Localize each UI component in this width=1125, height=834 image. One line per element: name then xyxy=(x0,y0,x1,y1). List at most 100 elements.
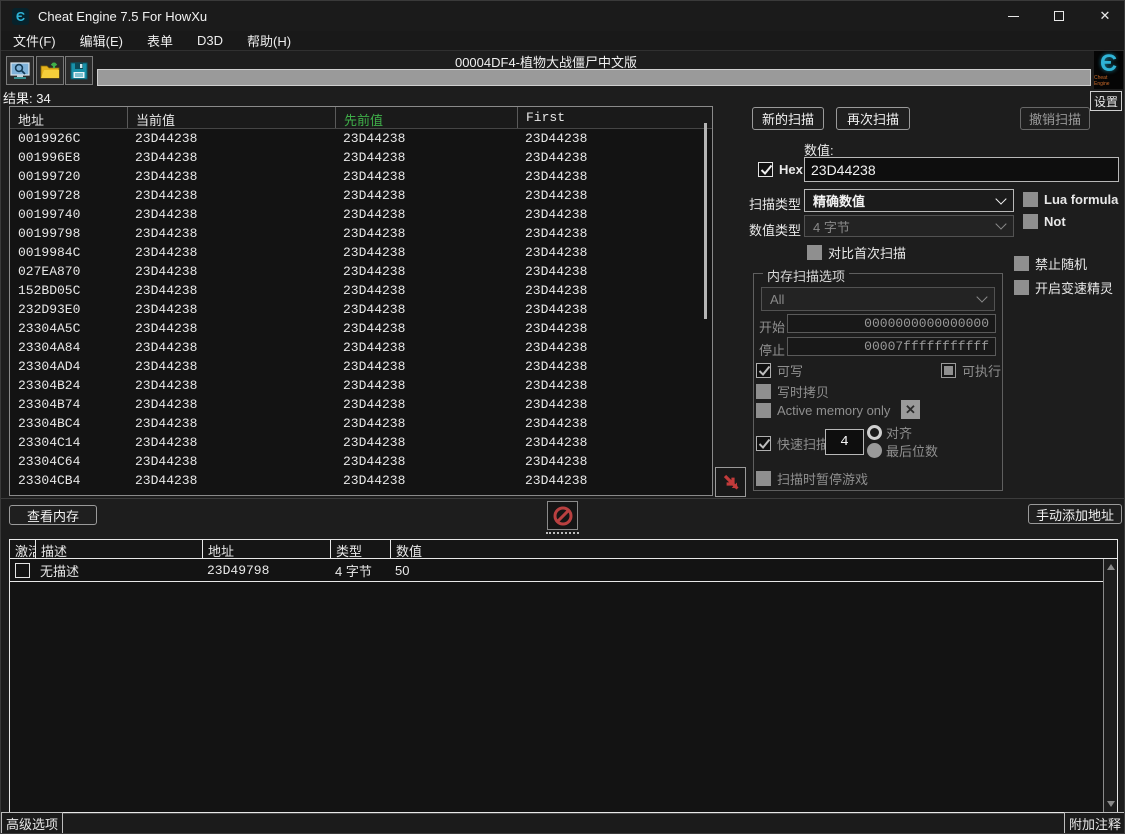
attach-comment-button[interactable]: 附加注释 xyxy=(1064,812,1125,834)
fast-scan-group[interactable]: 快速扫描 xyxy=(756,434,829,453)
add-address-manually-button[interactable]: 手动添加地址 xyxy=(1028,504,1122,524)
minimize-button[interactable] xyxy=(998,1,1028,31)
disable-random-checkbox[interactable] xyxy=(1014,256,1029,271)
result-row[interactable]: 0019984C 23D44238 23D44238 23D44238 xyxy=(10,243,712,262)
menu-table[interactable]: 表单 xyxy=(135,31,185,51)
next-scan-button[interactable]: 再次扫描 xyxy=(836,107,910,130)
stop-address-input[interactable]: 00007fffffffffff xyxy=(787,337,996,356)
active-memory-only-checkbox[interactable] xyxy=(756,403,771,418)
col-ct-address[interactable]: 地址 xyxy=(202,540,330,558)
undo-scan-button[interactable]: 撤销扫描 xyxy=(1020,107,1090,130)
speedhack-group[interactable]: 开启变速精灵 xyxy=(1014,278,1113,297)
col-description[interactable]: 描述 xyxy=(35,540,202,558)
clear-active-memory-button[interactable]: ✕ xyxy=(901,400,920,419)
col-first[interactable]: First xyxy=(517,107,712,128)
result-row[interactable]: 23304A5C 23D44238 23D44238 23D44238 xyxy=(10,319,712,338)
memory-view-button[interactable]: 查看内存 xyxy=(9,505,97,525)
hex-checkbox[interactable] xyxy=(758,162,773,177)
hex-checkbox-group[interactable]: Hex xyxy=(758,162,803,177)
result-row[interactable]: 232D93E0 23D44238 23D44238 23D44238 xyxy=(10,300,712,319)
disable-random-group[interactable]: 禁止随机 xyxy=(1014,254,1087,273)
disable-random-label: 禁止随机 xyxy=(1035,254,1087,273)
result-row[interactable]: 00199720 23D44238 23D44238 23D44238 xyxy=(10,167,712,186)
cell-address: 23304BC4 xyxy=(10,416,127,431)
result-row[interactable]: 23304A84 23D44238 23D44238 23D44238 xyxy=(10,338,712,357)
value-type-dropdown[interactable]: 4 字节 xyxy=(804,215,1014,237)
result-row[interactable]: 00199740 23D44238 23D44238 23D44238 xyxy=(10,205,712,224)
last-digits-radio[interactable] xyxy=(867,443,882,458)
executable-checkbox[interactable] xyxy=(941,363,956,378)
col-address[interactable]: 地址 xyxy=(10,107,127,128)
pause-while-scanning-group[interactable]: 扫描时暂停游戏 xyxy=(756,469,868,488)
menu-file[interactable]: 文件(F) xyxy=(1,31,68,51)
fast-scan-alignment-input[interactable]: 4 xyxy=(825,429,864,455)
result-row[interactable]: 23304AD4 23D44238 23D44238 23D44238 xyxy=(10,357,712,376)
scroll-up-icon[interactable] xyxy=(1107,564,1115,570)
scan-value-input[interactable]: 23D44238 xyxy=(804,157,1119,182)
lua-formula-checkbox[interactable] xyxy=(1023,192,1038,207)
result-row[interactable]: 001996E8 23D44238 23D44238 23D44238 xyxy=(10,148,712,167)
start-address-input[interactable]: 0000000000000000 xyxy=(787,314,996,333)
maximize-button[interactable] xyxy=(1044,1,1074,31)
compare-first-scan-checkbox[interactable] xyxy=(807,245,822,260)
result-row[interactable]: 23304CB4 23D44238 23D44238 23D44238 xyxy=(10,471,712,490)
active-memory-only-group[interactable]: Active memory only xyxy=(756,403,890,418)
align-radio[interactable] xyxy=(867,425,882,440)
cheat-row[interactable]: 无描述 23D49798 4 字节 50 xyxy=(10,559,1117,582)
col-ct-value[interactable]: 数值 xyxy=(390,540,1117,558)
cell-previous-value: 23D44238 xyxy=(335,454,517,469)
result-row[interactable]: 23304B24 23D44238 23D44238 23D44238 xyxy=(10,376,712,395)
results-scrollbar[interactable] xyxy=(704,123,707,319)
align-radio-group[interactable]: 对齐 xyxy=(867,423,912,442)
settings-button[interactable]: 设置 xyxy=(1090,91,1122,111)
executable-group[interactable]: 可执行 xyxy=(941,361,1001,380)
result-row[interactable]: 23304B74 23D44238 23D44238 23D44238 xyxy=(10,395,712,414)
menu-d3d[interactable]: D3D xyxy=(185,31,235,51)
close-button[interactable]: ✕ xyxy=(1090,1,1120,31)
writable-checkbox[interactable] xyxy=(756,363,771,378)
lua-formula-group[interactable]: Lua formula xyxy=(1023,192,1118,207)
scroll-down-icon[interactable] xyxy=(1107,801,1115,807)
active-memory-only-label: Active memory only xyxy=(777,403,890,418)
col-current-value[interactable]: 当前值 xyxy=(127,107,335,128)
writable-group[interactable]: 可写 xyxy=(756,361,803,380)
cell-first-value: 23D44238 xyxy=(517,416,712,431)
col-type[interactable]: 类型 xyxy=(330,540,390,558)
not-checkbox[interactable] xyxy=(1023,214,1038,229)
no-entry-button[interactable] xyxy=(547,501,578,530)
copy-on-write-checkbox[interactable] xyxy=(756,384,771,399)
splitter[interactable] xyxy=(1,498,1125,499)
memory-region-dropdown[interactable]: All xyxy=(761,287,995,311)
cell-previous-value: 23D44238 xyxy=(335,340,517,355)
menu-help[interactable]: 帮助(H) xyxy=(235,31,303,51)
result-row[interactable]: 0019926C 23D44238 23D44238 23D44238 xyxy=(10,129,712,148)
last-digits-radio-group[interactable]: 最后位数 xyxy=(867,441,938,460)
advanced-options-button[interactable]: 高级选项 xyxy=(1,812,63,834)
result-row[interactable]: 23304C64 23D44238 23D44238 23D44238 xyxy=(10,452,712,471)
result-row[interactable]: 23304BC4 23D44238 23D44238 23D44238 xyxy=(10,414,712,433)
menu-edit[interactable]: 编辑(E) xyxy=(68,31,135,51)
result-row[interactable]: 00199728 23D44238 23D44238 23D44238 xyxy=(10,186,712,205)
compare-first-scan-group[interactable]: 对比首次扫描 xyxy=(807,243,906,262)
cheat-engine-logo[interactable]: Є Cheat Engine xyxy=(1094,51,1123,89)
cell-first-value: 23D44238 xyxy=(517,473,712,488)
add-selected-to-table-button[interactable] xyxy=(715,467,746,497)
fast-scan-checkbox[interactable] xyxy=(756,436,771,451)
scan-type-dropdown[interactable]: 精确数值 xyxy=(804,189,1014,212)
not-group[interactable]: Not xyxy=(1023,214,1066,229)
col-active[interactable]: 激活 xyxy=(10,540,35,558)
fast-scan-label: 快速扫描 xyxy=(777,434,829,453)
new-scan-button[interactable]: 新的扫描 xyxy=(752,107,824,130)
result-row[interactable]: 027EA870 23D44238 23D44238 23D44238 xyxy=(10,262,712,281)
result-row[interactable]: 23304C14 23D44238 23D44238 23D44238 xyxy=(10,433,712,452)
speedhack-checkbox[interactable] xyxy=(1014,280,1029,295)
pause-while-scanning-label: 扫描时暂停游戏 xyxy=(777,469,868,488)
result-row[interactable]: 152BD05C 23D44238 23D44238 23D44238 xyxy=(10,281,712,300)
cheat-active-checkbox[interactable] xyxy=(15,563,30,578)
cell-address: 00199728 xyxy=(10,188,127,203)
pause-while-scanning-checkbox[interactable] xyxy=(756,471,771,486)
cheat-table-scrollbar[interactable] xyxy=(1103,559,1117,812)
col-previous-value[interactable]: 先前值 xyxy=(335,107,517,128)
copy-on-write-group[interactable]: 写时拷贝 xyxy=(756,382,829,401)
result-row[interactable]: 00199798 23D44238 23D44238 23D44238 xyxy=(10,224,712,243)
